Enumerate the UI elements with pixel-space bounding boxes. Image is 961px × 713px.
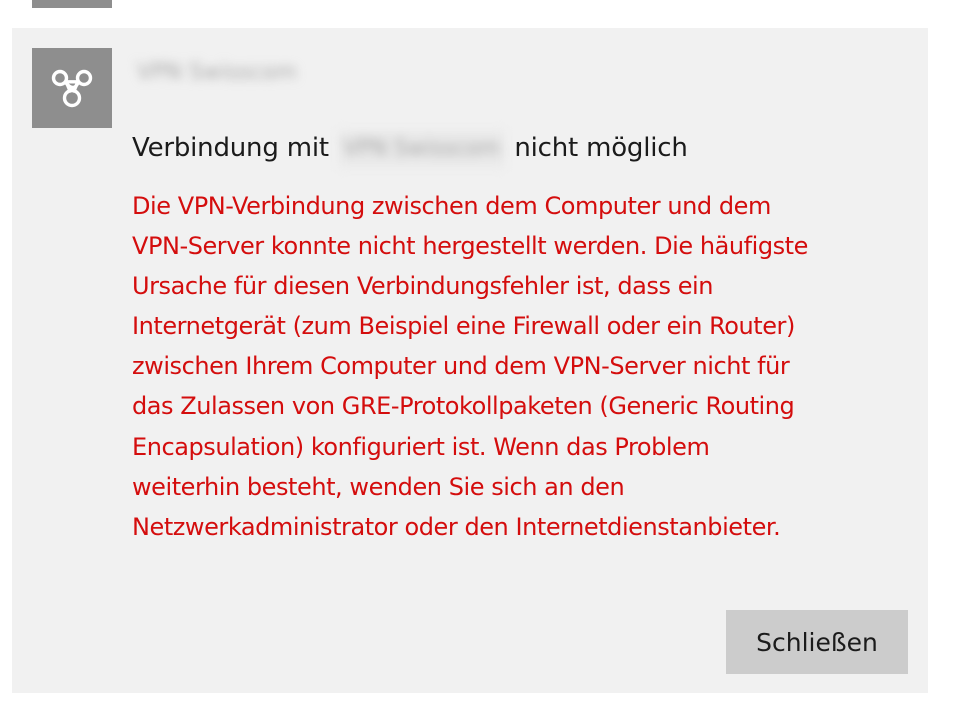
title-suffix: nicht möglich bbox=[514, 133, 688, 163]
previous-notification-tile bbox=[32, 0, 112, 8]
error-message: Die VPN-Verbindung zwischen dem Computer… bbox=[132, 192, 808, 541]
app-icon-tile bbox=[32, 48, 112, 128]
notification-title: Verbindung mit VPN Swisscom nicht möglic… bbox=[132, 130, 688, 167]
connection-name: VPN Swisscom bbox=[137, 60, 297, 85]
close-button[interactable]: Schließen bbox=[726, 610, 908, 674]
vpn-notification-panel: VPN Swisscom Verbindung mit VPN Swisscom… bbox=[12, 28, 928, 693]
vpn-infinity-icon bbox=[51, 69, 93, 108]
title-connection-name: VPN Swisscom bbox=[338, 130, 505, 167]
title-prefix: Verbindung mit bbox=[132, 133, 329, 163]
